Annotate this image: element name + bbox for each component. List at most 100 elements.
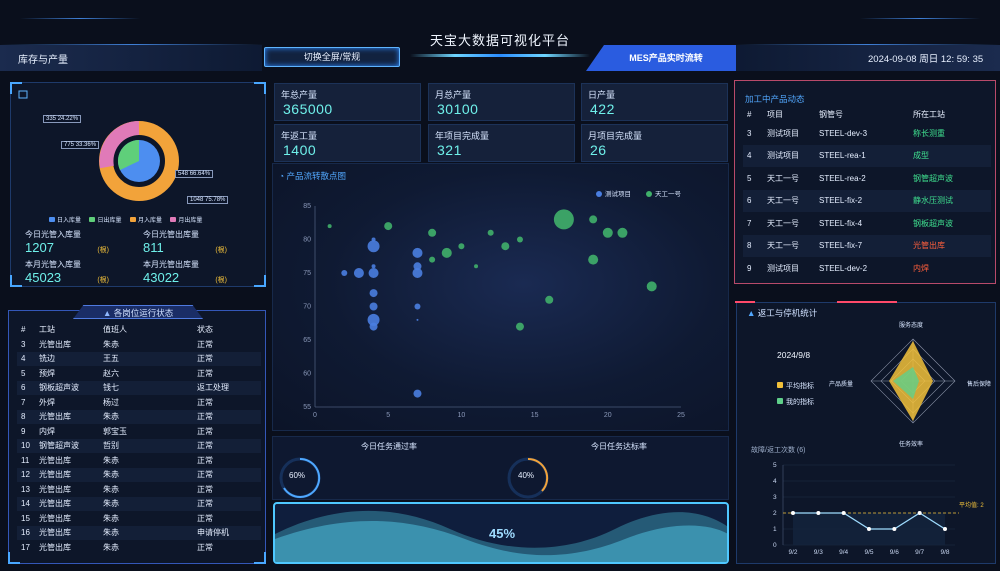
cell-status: 正常 xyxy=(193,351,261,366)
line-point[interactable] xyxy=(943,527,947,531)
table-row[interactable]: 7 天工一号 STEEL-fix-4 钢板超声波 xyxy=(743,212,991,235)
table-row[interactable]: 9 内焊 郭宝玉 正常 xyxy=(17,424,261,439)
scatter-point[interactable] xyxy=(441,247,452,258)
table-row[interactable]: 4 测试项目 STEEL-rea-1 成型 xyxy=(743,144,991,167)
scatter-point[interactable] xyxy=(458,243,465,250)
line-point[interactable] xyxy=(892,527,897,531)
table-row[interactable]: 6 天工一号 STEEL-fix-2 静水压测试 xyxy=(743,189,991,212)
scatter-point[interactable] xyxy=(384,222,393,231)
scatter-point[interactable] xyxy=(429,256,436,263)
scatter-point[interactable] xyxy=(646,281,657,292)
legend-mine: 我的指标 xyxy=(777,397,814,407)
scatter-point[interactable] xyxy=(414,303,421,310)
scatter-point[interactable] xyxy=(368,268,379,278)
cell-pipe-no: STEEL-fix-7 xyxy=(815,234,909,257)
toggle-fullscreen-button[interactable]: 切换全屏/常规 xyxy=(264,47,400,67)
title-glow-line xyxy=(410,54,590,57)
cell-status: 正常 xyxy=(197,455,213,465)
table-row[interactable]: 4 铣边 王五 正常 xyxy=(17,351,261,366)
table-row[interactable]: 7 外焊 杨过 正常 xyxy=(17,395,261,410)
cell-station: 称长测重 xyxy=(913,128,945,138)
cell-status: 正常 xyxy=(197,426,213,436)
donut-label-1048: 1048 75.78% xyxy=(187,196,229,204)
scatter-point[interactable] xyxy=(416,318,419,321)
scatter-point[interactable] xyxy=(617,227,628,238)
cell-operator: 朱赤 xyxy=(103,339,119,349)
cell-operator: 赵六 xyxy=(103,368,119,378)
x-tick-label: 5 xyxy=(386,412,390,419)
table-row[interactable]: 8 光管出库 朱赤 正常 xyxy=(17,409,261,424)
scatter-point[interactable] xyxy=(367,240,380,253)
scatter-point[interactable] xyxy=(487,229,494,236)
line-point[interactable] xyxy=(816,511,821,515)
x-tick-label: 25 xyxy=(677,412,685,419)
scatter-point[interactable] xyxy=(353,268,364,278)
table-row[interactable]: 5 天工一号 STEEL-rea-2 钢管超声波 xyxy=(743,167,991,190)
scatter-point[interactable] xyxy=(412,247,423,258)
scatter-point[interactable] xyxy=(369,302,378,311)
cell-pipe-no: STEEL-rea-2 xyxy=(819,173,866,183)
kpi-value: 26 xyxy=(590,142,607,158)
scatter-point[interactable] xyxy=(588,254,599,265)
processing-title: 加工中产品动态 xyxy=(745,94,805,104)
table-row[interactable]: 15 光管出库 朱赤 正常 xyxy=(17,511,261,526)
cell-operator: 郭宝玉 xyxy=(103,426,127,436)
stat-month-out: 本月光管出库量 43022 (根) xyxy=(143,260,227,285)
scatter-point[interactable] xyxy=(371,264,376,269)
pass-rate-value: 60% xyxy=(289,471,306,480)
table-row[interactable]: 16 光管出库 朱赤 申请停机 xyxy=(17,525,261,540)
cell-status: 正常 xyxy=(193,409,261,424)
table-row[interactable]: 10 钢管超声波 哲别 正常 xyxy=(17,438,261,453)
scatter-point[interactable] xyxy=(371,237,376,242)
table-row[interactable]: 12 光管出库 朱赤 正常 xyxy=(17,467,261,482)
stations-table: # 工站 值班人 状态 3 光管出库 朱赤 正常 4 铣边 王五 正常 5 预焊 赵六 正常 6 钢板超声… xyxy=(17,321,261,555)
table-row[interactable]: 9 测试项目 STEEL-dev-2 内焊 xyxy=(743,257,991,280)
table-row[interactable]: 3 光管出库 朱赤 正常 xyxy=(17,337,261,352)
cell-operator: 朱赤 xyxy=(99,467,193,482)
table-row[interactable]: 5 预焊 赵六 正常 xyxy=(17,366,261,381)
scatter-point[interactable] xyxy=(553,209,574,230)
cell-station: 光管出库 xyxy=(39,542,71,552)
kpi-label: 月项目完成量 xyxy=(588,131,643,141)
scatter-point[interactable] xyxy=(428,228,437,237)
table-row[interactable]: 17 光管出库 朱赤 正常 xyxy=(17,540,261,555)
scatter-point[interactable] xyxy=(589,215,598,224)
scatter-point[interactable] xyxy=(413,389,422,398)
cell-project: 天工一号 xyxy=(767,173,799,183)
table-row[interactable]: 13 光管出库 朱赤 正常 xyxy=(17,482,261,497)
scatter-point[interactable] xyxy=(412,268,423,278)
scatter-chart: 0 5 10 15 20 25 55 60 65 70 75 80 85 测试项目 天工一号 xyxy=(303,189,685,419)
table-row[interactable]: 14 光管出库 朱赤 正常 xyxy=(17,496,261,511)
scatter-point[interactable] xyxy=(369,289,378,298)
cell-station: 静水压测试 xyxy=(909,189,991,212)
table-row[interactable]: 8 天工一号 STEEL-fix-7 光管出库 xyxy=(743,234,991,257)
scatter-point[interactable] xyxy=(327,224,332,229)
line-chart-title: 故障/返工次数 (6) xyxy=(751,447,806,454)
kpi-card: 年总产量 365000 xyxy=(274,83,421,121)
top-header: 库存与产量 切换全屏/常规 天宝大数据可视化平台 MES产品实时流转 2024-… xyxy=(0,0,1000,72)
col-project: 项目 xyxy=(767,109,783,119)
scatter-point[interactable] xyxy=(515,322,524,331)
scatter-point[interactable] xyxy=(474,264,479,269)
scatter-point[interactable] xyxy=(516,236,523,243)
line-point[interactable] xyxy=(841,511,846,515)
stations-panel: ▲ 各岗位运行状态 # 工站 值班人 状态 3 光管出库 朱赤 正常 4 铣边 王五 正常 5 预… xyxy=(8,305,266,564)
table-row[interactable]: 3 测试项目 STEEL-dev-3 称长测重 xyxy=(743,122,991,145)
line-point[interactable] xyxy=(917,511,922,515)
kpi-value: 1400 xyxy=(283,142,317,158)
scatter-point[interactable] xyxy=(602,227,613,238)
cell-operator: 杨过 xyxy=(103,397,119,407)
scatter-point[interactable] xyxy=(545,295,554,304)
inventory-section-label: 库存与产量 xyxy=(18,55,68,66)
table-row[interactable]: 6 钢板超声波 钱七 返工处理 xyxy=(17,380,261,395)
line-point[interactable] xyxy=(867,527,871,531)
radar-axis-service: 服务态度 xyxy=(899,323,924,329)
scatter-point[interactable] xyxy=(341,270,348,276)
cell-project: 测试项目 xyxy=(767,128,799,138)
kpi-value: 422 xyxy=(590,101,615,117)
cell-index: 5 xyxy=(21,368,26,378)
table-row[interactable]: 11 光管出库 朱赤 正常 xyxy=(17,453,261,468)
scatter-point[interactable] xyxy=(369,322,378,331)
scatter-point[interactable] xyxy=(501,242,510,251)
line-point[interactable] xyxy=(791,511,795,515)
